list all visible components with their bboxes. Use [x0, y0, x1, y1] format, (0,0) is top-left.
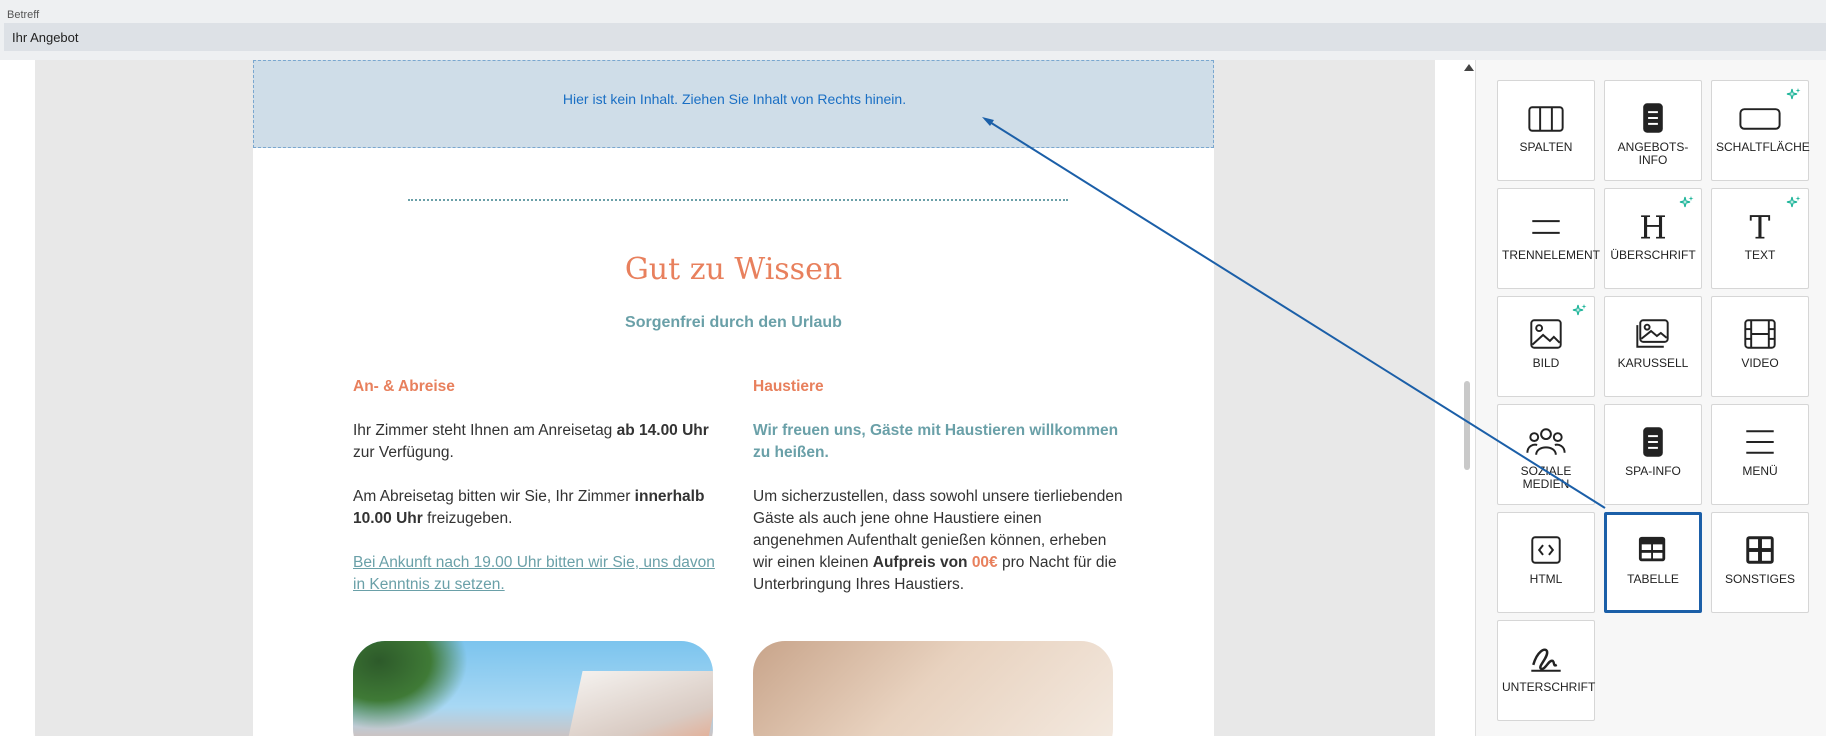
email-canvas: Hier ist kein Inhalt. Ziehen Sie Inhalt …	[5, 60, 1457, 736]
departure-paragraph: Am Abreisetag bitten wir Sie, Ihr Zimmer…	[353, 488, 705, 527]
pets-title: Haustiere	[753, 378, 824, 395]
columns-icon	[1528, 106, 1564, 132]
tile-karussell[interactable]: KARUSSELL	[1604, 296, 1702, 397]
tile-bild[interactable]: BILD	[1497, 296, 1595, 397]
palm-tree	[353, 641, 483, 736]
subject-area: Betreff Ihr Angebot	[0, 0, 1826, 60]
heading-icon: H	[1639, 211, 1666, 243]
subject-value: Ihr Angebot	[12, 30, 79, 45]
drop-zone-text: Hier ist kein Inhalt. Ziehen Sie Inhalt …	[562, 91, 907, 107]
tile-video[interactable]: VIDEO	[1711, 296, 1809, 397]
text-icon: T	[1750, 211, 1771, 243]
email-body: Hier ist kein Inhalt. Ziehen Sie Inhalt …	[253, 60, 1214, 736]
social-icon	[1526, 428, 1566, 455]
svg-text:T: T	[1750, 211, 1771, 243]
tile-menue[interactable]: MENÜ	[1711, 404, 1809, 505]
pets-paragraph: Um sicherzustellen, dass sowohl unsere t…	[753, 488, 1123, 593]
divider-icon	[1532, 220, 1560, 234]
late-arrival-link[interactable]: Bei Ankunft nach 19.00 Uhr bitten wir Si…	[353, 552, 723, 596]
pet-photo	[753, 641, 1113, 736]
drop-zone[interactable]: Hier ist kein Inhalt. Ziehen Sie Inhalt …	[253, 60, 1214, 148]
hotel-building	[563, 671, 713, 736]
tile-tabelle[interactable]: TABELLE	[1604, 512, 1702, 613]
tile-trennelement[interactable]: TRENNELEMENT	[1497, 188, 1600, 289]
email-headline: Gut zu Wissen	[624, 252, 843, 287]
tile-schaltflaeche[interactable]: SCHALTFLÄCHE	[1711, 80, 1810, 181]
svg-text:H: H	[1639, 211, 1666, 243]
tile-spalten[interactable]: SPALTEN	[1497, 80, 1595, 181]
spa-document-icon	[1643, 427, 1663, 457]
email-subline: Sorgenfrei durch den Urlaub	[625, 314, 842, 331]
tile-angebots-info[interactable]: ANGEBOTS-INFO	[1604, 80, 1702, 181]
column-arrival: An- & Abreise Ihr Zimmer steht Ihnen am …	[353, 376, 723, 618]
code-icon	[1531, 536, 1561, 564]
tile-text[interactable]: T TEXT	[1711, 188, 1809, 289]
scroll-up-arrow[interactable]	[1464, 64, 1474, 71]
carousel-icon	[1636, 319, 1669, 348]
subject-field[interactable]: Ihr Angebot	[4, 23, 1826, 51]
image-icon	[1530, 319, 1562, 349]
button-icon	[1739, 108, 1781, 130]
tile-soziale-medien[interactable]: SOZIALE MEDIEN	[1497, 404, 1595, 505]
canvas-gutter	[5, 60, 35, 736]
tile-sonstiges[interactable]: SONSTIGES	[1711, 512, 1809, 613]
content-blocks-panel: SPALTEN ANGEBOTS-INFO SCHALTFLÄCHE TRENN…	[1475, 60, 1826, 736]
video-icon	[1744, 319, 1776, 349]
tile-unterschrift[interactable]: UNTERSCHRIFT	[1497, 620, 1595, 721]
tile-html[interactable]: HTML	[1497, 512, 1595, 613]
scrollbar-thumb[interactable]	[1464, 381, 1470, 470]
arrival-paragraph: Ihr Zimmer steht Ihnen am Anreisetag ab …	[353, 422, 709, 461]
arrival-title: An- & Abreise	[353, 378, 455, 395]
pets-intro: Wir freuen uns, Gäste mit Haustieren wil…	[753, 422, 1119, 461]
tile-spa-info[interactable]: SPA-INFO	[1604, 404, 1702, 505]
grid-icon	[1746, 536, 1774, 564]
menu-icon	[1746, 430, 1774, 454]
signature-icon	[1531, 648, 1561, 672]
subject-label: Betreff	[7, 9, 40, 21]
dotted-divider	[408, 199, 1068, 201]
hotel-photo	[353, 641, 713, 736]
tile-ueberschrift[interactable]: H ÜBERSCHRIFT	[1604, 188, 1702, 289]
column-pets: Haustiere Wir freuen uns, Gäste mit Haus…	[753, 376, 1123, 618]
table-icon	[1638, 536, 1666, 562]
document-icon	[1643, 103, 1663, 133]
